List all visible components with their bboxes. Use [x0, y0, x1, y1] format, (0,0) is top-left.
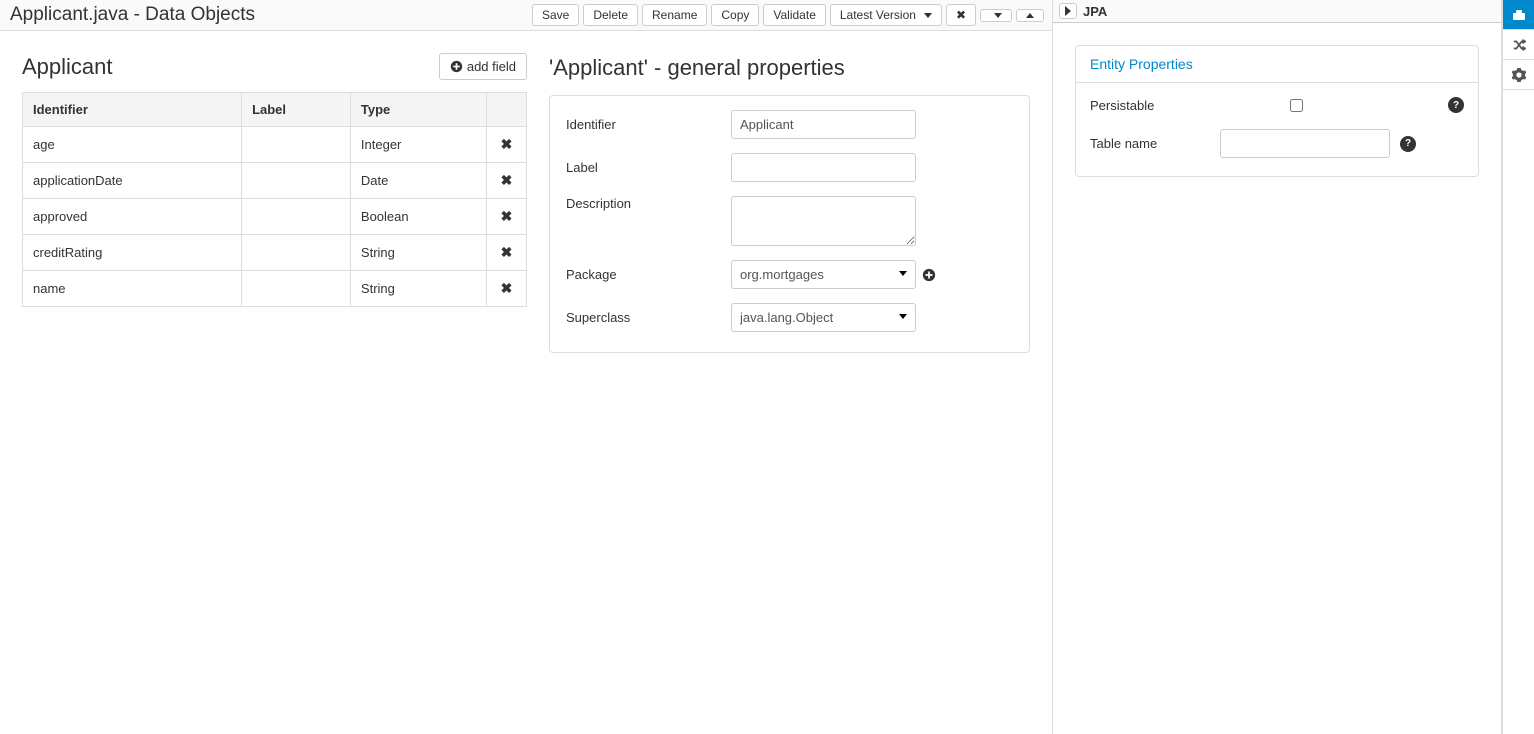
remove-field-icon[interactable]: ✖	[501, 244, 513, 260]
more-up-button[interactable]	[1016, 9, 1044, 22]
caret-up-icon	[1026, 13, 1034, 18]
table-row[interactable]: name String ✖	[23, 271, 527, 307]
toolbox-icon[interactable]	[1503, 0, 1534, 30]
description-input[interactable]	[731, 196, 916, 246]
cell-identifier: creditRating	[23, 235, 242, 271]
cell-identifier: name	[23, 271, 242, 307]
remove-field-icon[interactable]: ✖	[501, 172, 513, 188]
right-icon-bar	[1502, 0, 1534, 734]
cell-identifier: age	[23, 127, 242, 163]
x-icon: ✖	[956, 8, 966, 22]
editor-title: Applicant.java - Data Objects	[8, 4, 255, 26]
label-label: Label	[566, 160, 731, 175]
validate-button[interactable]: Validate	[763, 4, 825, 26]
cell-type: Integer	[350, 127, 486, 163]
persistable-help-icon[interactable]: ?	[1448, 97, 1464, 113]
remove-field-icon[interactable]: ✖	[501, 136, 513, 152]
fields-table: Identifier Label Type ageInteger✖applica…	[22, 92, 527, 307]
table-row[interactable]: age Integer ✖	[23, 127, 527, 163]
save-button[interactable]: Save	[532, 4, 579, 26]
add-field-label: add field	[467, 59, 516, 74]
more-down-button[interactable]	[980, 9, 1012, 22]
table-row[interactable]: applicationDate Date ✖	[23, 163, 527, 199]
editor-header: Applicant.java - Data Objects Save Delet…	[0, 0, 1052, 31]
col-action	[487, 93, 527, 127]
editor-toolbar: Save Delete Rename Copy Validate Latest …	[532, 4, 1044, 26]
version-dropdown[interactable]: Latest Version	[830, 4, 942, 26]
add-package-button[interactable]	[922, 268, 936, 282]
package-select[interactable]: org.mortgages	[731, 260, 916, 289]
caret-down-icon	[994, 13, 1002, 18]
col-type: Type	[350, 93, 486, 127]
cell-label	[242, 271, 351, 307]
right-panel-title: JPA	[1083, 4, 1107, 19]
general-props-title: 'Applicant' - general properties	[549, 53, 1030, 95]
cell-type: Boolean	[350, 199, 486, 235]
cell-type: String	[350, 271, 486, 307]
fields-panel-title: Applicant	[22, 54, 113, 80]
description-label: Description	[566, 196, 731, 211]
identifier-label: Identifier	[566, 117, 731, 132]
delete-button[interactable]: Delete	[583, 4, 638, 26]
identifier-input[interactable]	[731, 110, 916, 139]
cell-identifier: approved	[23, 199, 242, 235]
cell-label	[242, 199, 351, 235]
table-name-label: Table name	[1090, 136, 1220, 151]
table-name-input[interactable]	[1220, 129, 1390, 158]
cell-identifier: applicationDate	[23, 163, 242, 199]
entity-properties-panel: Entity Properties Persistable ? Table na…	[1075, 45, 1479, 177]
entity-properties-link[interactable]: Entity Properties	[1090, 56, 1193, 72]
cell-label	[242, 127, 351, 163]
superclass-select[interactable]: java.lang.Object	[731, 303, 916, 332]
plus-circle-icon	[450, 60, 463, 73]
fields-panel: Applicant add field Identifier	[22, 53, 527, 307]
version-dropdown-label: Latest Version	[840, 8, 916, 22]
right-header: JPA	[1053, 0, 1501, 23]
label-input[interactable]	[731, 153, 916, 182]
add-field-button[interactable]: add field	[439, 53, 527, 80]
superclass-label: Superclass	[566, 310, 731, 325]
cell-type: Date	[350, 163, 486, 199]
persistable-label: Persistable	[1090, 98, 1220, 113]
cell-type: String	[350, 235, 486, 271]
col-identifier: Identifier	[23, 93, 242, 127]
gear-icon[interactable]	[1503, 60, 1534, 90]
chevron-right-icon	[1065, 6, 1071, 16]
persistable-checkbox[interactable]	[1290, 99, 1303, 112]
close-button[interactable]: ✖	[946, 4, 976, 26]
general-props-panel: Identifier Label Description Package	[549, 95, 1030, 353]
shuffle-icon[interactable]	[1503, 30, 1534, 60]
table-row[interactable]: approved Boolean ✖	[23, 199, 527, 235]
cell-label	[242, 163, 351, 199]
expand-right-button[interactable]	[1059, 3, 1077, 19]
col-label: Label	[242, 93, 351, 127]
rename-button[interactable]: Rename	[642, 4, 707, 26]
table-row[interactable]: creditRating String ✖	[23, 235, 527, 271]
copy-button[interactable]: Copy	[711, 4, 759, 26]
package-label: Package	[566, 267, 731, 282]
cell-label	[242, 235, 351, 271]
remove-field-icon[interactable]: ✖	[501, 280, 513, 296]
table-name-help-icon[interactable]: ?	[1400, 136, 1416, 152]
remove-field-icon[interactable]: ✖	[501, 208, 513, 224]
caret-down-icon	[924, 13, 932, 18]
